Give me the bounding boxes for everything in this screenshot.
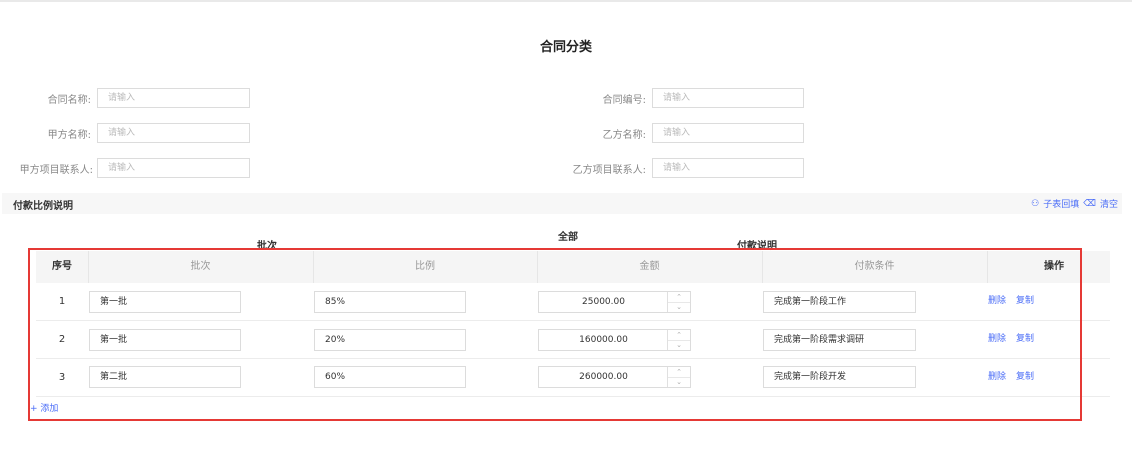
party-b-name-input[interactable]: 请输入 [652, 123, 804, 143]
party-a-name-label: 甲方名称: [47, 129, 91, 141]
party-b-name-label: 乙方名称: [602, 129, 646, 141]
contract-name-label: 合同名称: [47, 94, 91, 106]
section-header: 付款比例说明 ⚇ 子表回填 ⌫ 清空 [2, 193, 1122, 214]
party-a-name-input[interactable]: 请输入 [97, 123, 250, 143]
party-b-name-field: 乙方名称: 请输入 [540, 122, 804, 144]
users-icon: ⚇ [1031, 198, 1040, 209]
party-b-contact-field: 乙方项目联系人: 请输入 [540, 157, 804, 179]
clear-button[interactable]: 清空 [1100, 197, 1118, 210]
top-divider [0, 0, 1132, 2]
section-title: 付款比例说明 [13, 201, 73, 212]
contract-no-input[interactable]: 请输入 [652, 88, 804, 108]
party-b-contact-label: 乙方项目联系人: [572, 164, 646, 176]
child-fill-button[interactable]: 子表回填 [1043, 197, 1079, 210]
contract-no-field: 合同编号: 请输入 [540, 87, 804, 109]
trash-icon: ⌫ [1083, 198, 1096, 209]
contract-no-label: 合同编号: [602, 94, 646, 106]
contract-name-field: 合同名称: 请输入 [0, 87, 250, 109]
party-a-name-field: 甲方名称: 请输入 [0, 122, 250, 144]
section-actions: ⚇ 子表回填 ⌫ 清空 [1031, 197, 1118, 211]
party-b-contact-input[interactable]: 请输入 [652, 158, 804, 178]
party-a-contact-input[interactable]: 请输入 [97, 158, 250, 178]
group-all-label: 全部 [558, 232, 578, 243]
party-a-contact-field: 甲方项目联系人: 请输入 [0, 157, 250, 179]
contract-name-input[interactable]: 请输入 [97, 88, 250, 108]
highlight-frame [28, 248, 1082, 421]
page-title: 合同分类 [539, 40, 592, 55]
party-a-contact-label: 甲方项目联系人: [19, 164, 93, 176]
